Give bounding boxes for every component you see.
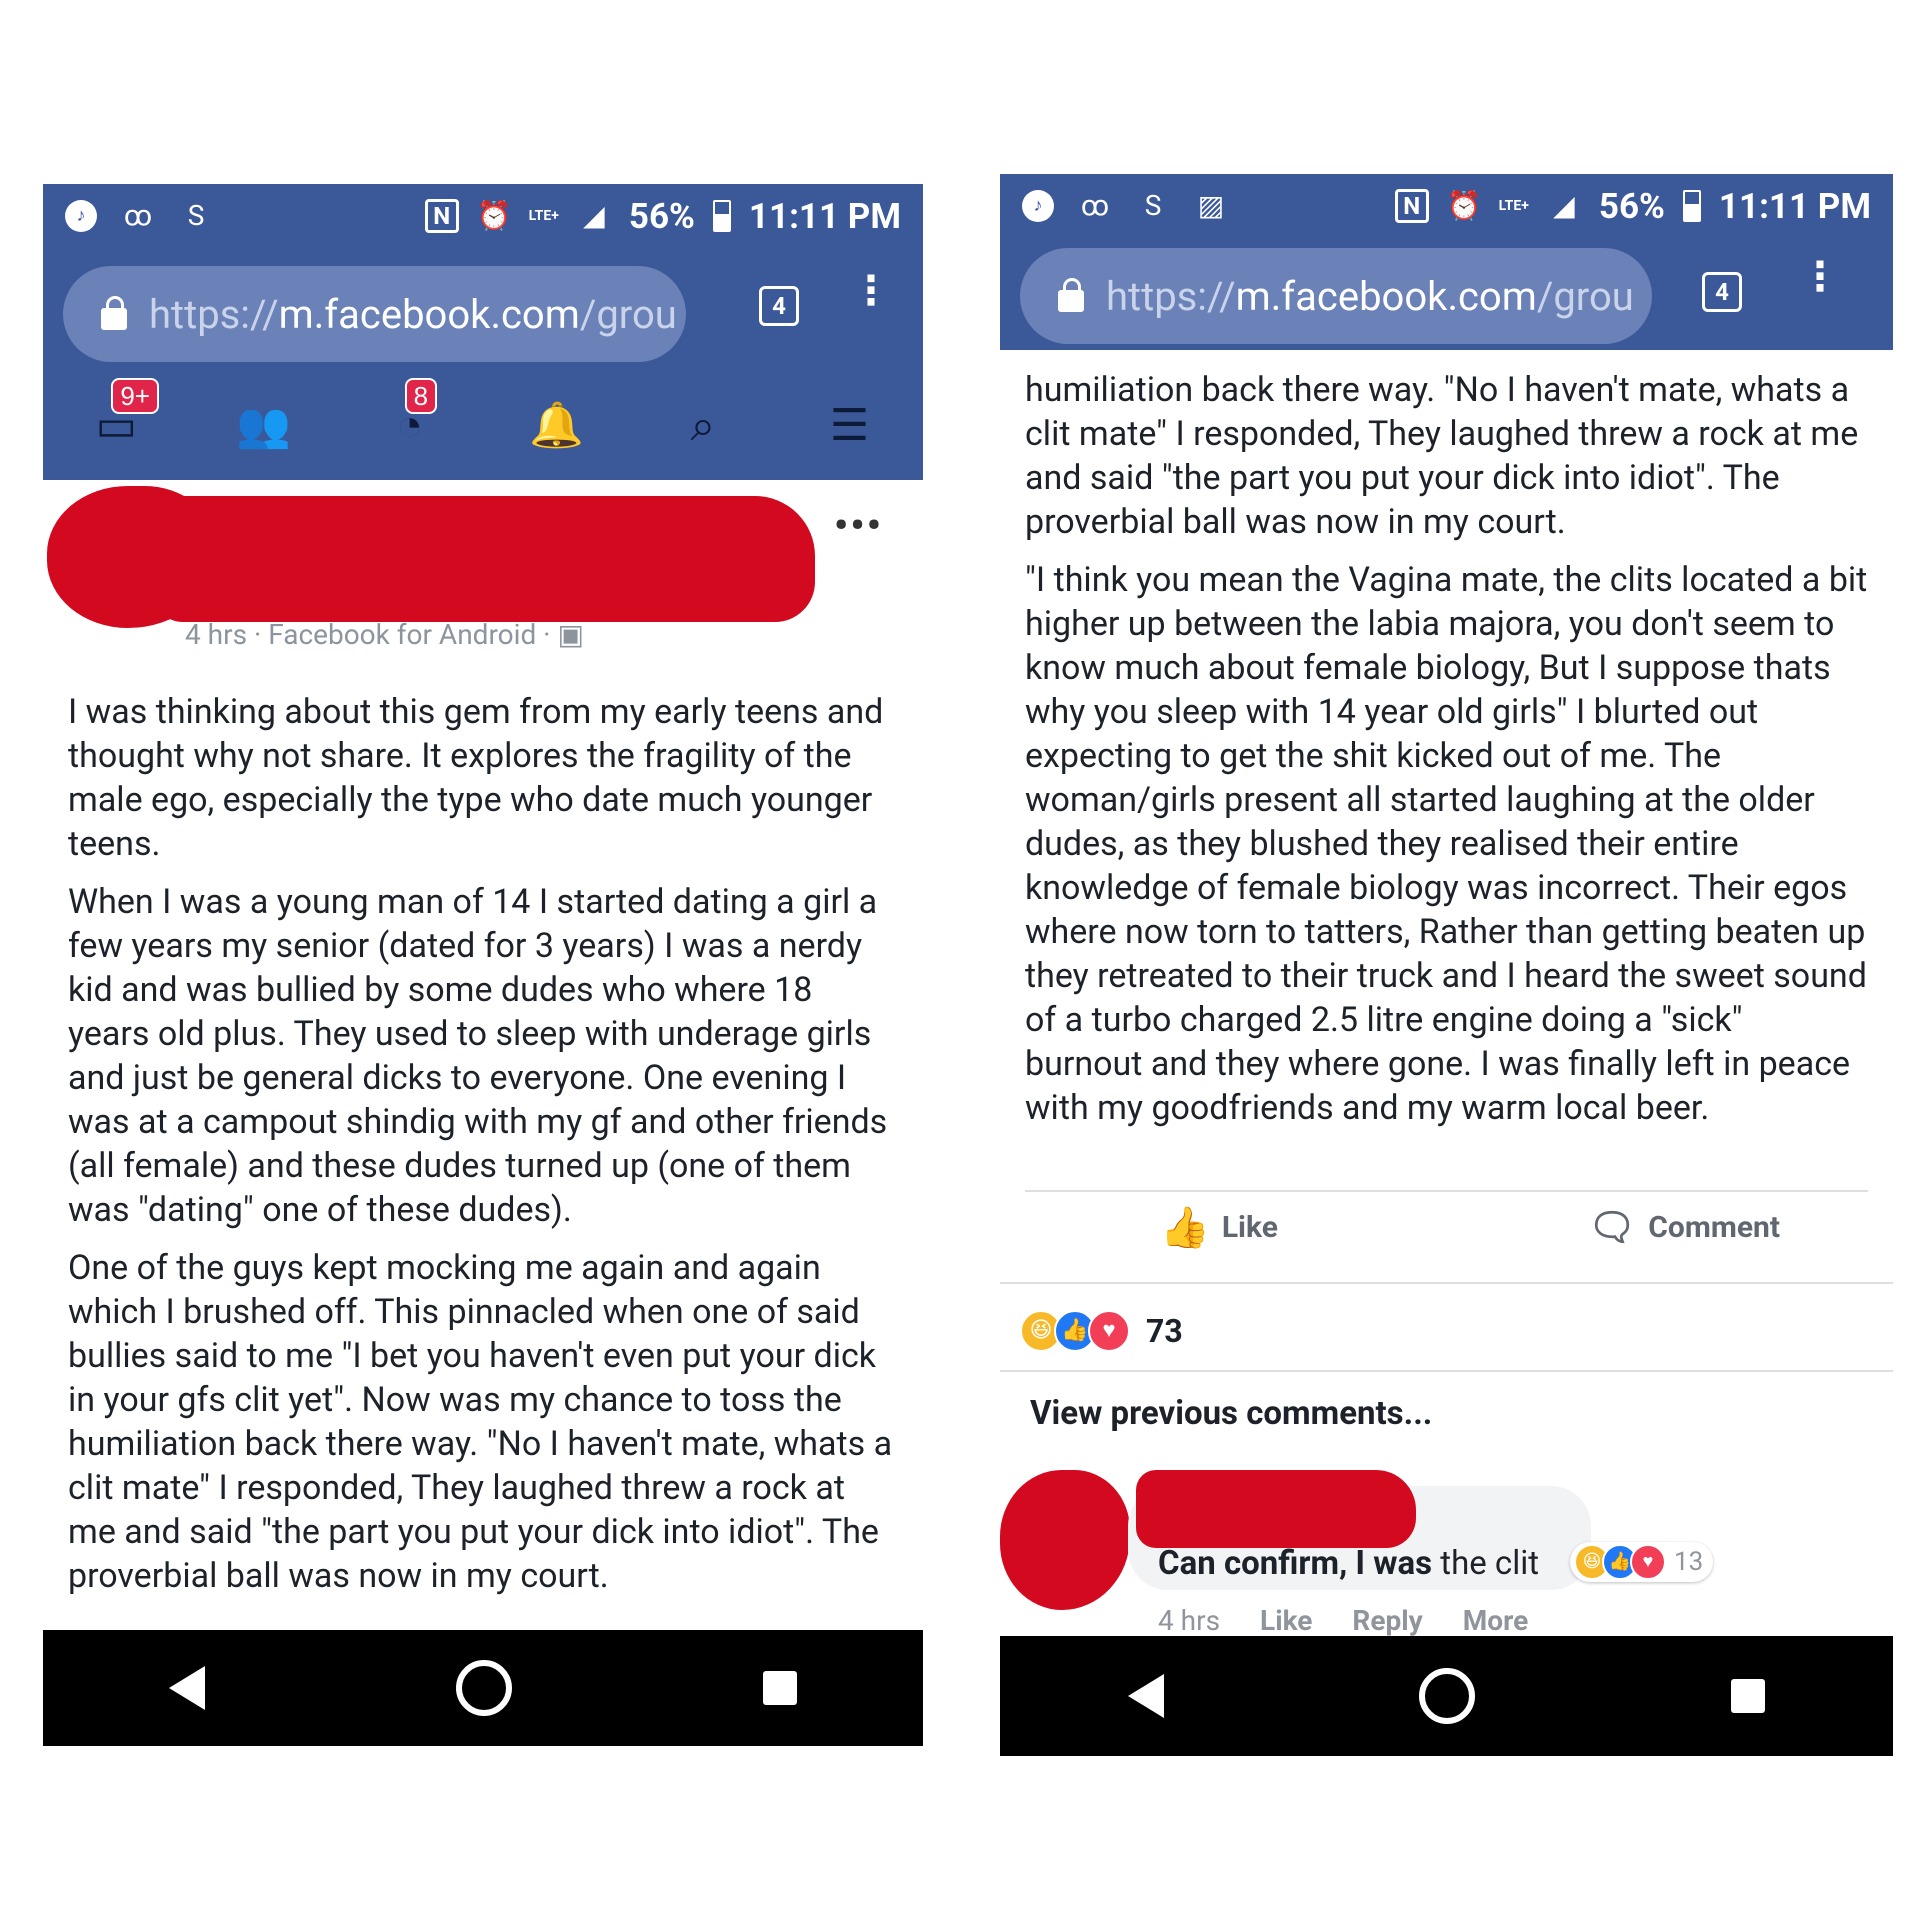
divider xyxy=(1000,1370,1893,1372)
comment-button[interactable]: 🗨 Comment xyxy=(1588,1204,1780,1251)
url-bar[interactable]: https://m.facebook.com/grou xyxy=(63,266,686,362)
browser-toolbar: https://m.facebook.com/grou 4 ⋮ xyxy=(1000,238,1893,350)
battery-icon xyxy=(1682,190,1701,222)
back-icon[interactable] xyxy=(168,1666,205,1710)
reaction-count: 73 xyxy=(1146,1312,1183,1350)
status-bar: ♪ ꝏ S N ⏰ LTE+ ◢ 56% 11:11 PM xyxy=(43,184,923,248)
clock: 11:11 PM xyxy=(1718,185,1871,227)
post-paragraph: I was thinking about this gem from my ea… xyxy=(68,692,884,864)
view-previous-comments-link[interactable]: View previous comments... xyxy=(1030,1394,1432,1433)
post-actions: 👍 Like 🗨 Comment xyxy=(1160,1204,1780,1251)
feed-badge: 9+ xyxy=(111,378,159,414)
comment-text: Can confirm, I was the clit xyxy=(1158,1544,1540,1583)
comment-reactions[interactable]: 😆 👍 ♥ 13 xyxy=(1570,1542,1714,1582)
status-bar: ♪ ꝏ S ▨ N ⏰ LTE+ ◢ 56% 11:11 PM xyxy=(1000,174,1893,238)
s-app-icon: S xyxy=(1144,189,1162,222)
music-icon: ♪ xyxy=(1022,190,1054,222)
voicemail-icon: ꝏ xyxy=(1080,189,1110,222)
like-label: Like xyxy=(1221,1210,1278,1245)
url-text: https://m.facebook.com/grou xyxy=(149,290,677,338)
alarm-icon: ⏰ xyxy=(476,199,512,232)
redacted-commenter-name xyxy=(1136,1470,1416,1548)
menu-icon[interactable]: ⋮ xyxy=(851,271,891,330)
android-nav-bar xyxy=(43,1630,923,1746)
post-meta: 4 hrs · Facebook for Android · ▣ xyxy=(185,618,584,651)
like-button[interactable]: 👍 Like xyxy=(1160,1204,1278,1251)
home-icon[interactable] xyxy=(455,1660,512,1716)
news-feed-icon[interactable]: ▭ 9+ xyxy=(89,378,159,452)
comment-more-link[interactable]: More xyxy=(1463,1604,1528,1637)
divider xyxy=(1000,1282,1893,1284)
comment-meta: 4 hrs Like Reply More xyxy=(1158,1604,1528,1637)
redacted-commenter-avatar xyxy=(1000,1470,1130,1610)
comment-like-link[interactable]: Like xyxy=(1260,1604,1312,1637)
menu-icon[interactable]: ⋮ xyxy=(1800,257,1840,316)
redacted-name xyxy=(153,496,815,622)
comment-reply-link[interactable]: Reply xyxy=(1352,1604,1422,1637)
notifications-bell-icon[interactable]: 🔔 xyxy=(529,398,584,452)
signal-icon: ◢ xyxy=(583,199,605,232)
battery-icon xyxy=(712,200,731,232)
network-label: LTE+ xyxy=(1498,198,1529,214)
url-text: https://m.facebook.com/grou xyxy=(1106,272,1634,320)
left-screenshot: ♪ ꝏ S N ⏰ LTE+ ◢ 56% 11:11 PM https://m.… xyxy=(43,184,923,1746)
post-body: humiliation back there way. "No I haven'… xyxy=(1025,368,1868,1144)
image-icon: ▨ xyxy=(1197,189,1225,222)
love-reaction-icon: ♥ xyxy=(1088,1310,1130,1352)
post-header: ••• 4 hrs · Facebook for Android · ▣ xyxy=(43,480,923,670)
recents-icon[interactable] xyxy=(763,1671,798,1705)
messenger-badge: 8 xyxy=(404,378,438,414)
post-paragraph: When I was a young man of 14 I started d… xyxy=(68,882,888,1230)
home-icon[interactable] xyxy=(1419,1668,1476,1724)
right-screenshot: humiliation back there way. "No I haven'… xyxy=(1000,174,1893,1756)
facebook-nav: ▭ 9+ 👥 ◔ 8 🔔 ⌕ ☰ xyxy=(43,370,923,480)
back-icon[interactable] xyxy=(1127,1674,1164,1718)
alarm-icon: ⏰ xyxy=(1446,189,1482,222)
music-icon: ♪ xyxy=(65,200,97,232)
browser-toolbar: https://m.facebook.com/grou 4 ⋮ xyxy=(43,248,923,370)
post-paragraph: "I think you mean the Vagina mate, the c… xyxy=(1025,560,1868,1128)
nfc-icon: N xyxy=(424,199,459,233)
clock: 11:11 PM xyxy=(748,195,901,237)
voicemail-icon: ꝏ xyxy=(123,199,153,232)
lock-icon xyxy=(1058,278,1084,312)
comment-label: Comment xyxy=(1648,1210,1780,1245)
privacy-icon: ▣ xyxy=(557,618,584,651)
post-paragraph: One of the guys kept mocking me again an… xyxy=(68,1248,893,1596)
messenger-icon[interactable]: ◔ 8 xyxy=(383,378,438,452)
post-paragraph: humiliation back there way. "No I haven'… xyxy=(1025,370,1859,542)
comment-reaction-count: 13 xyxy=(1674,1547,1704,1577)
comment-time: 4 hrs xyxy=(1158,1604,1221,1637)
thumbs-up-icon: 👍 xyxy=(1160,1204,1210,1251)
android-nav-bar xyxy=(1000,1636,1893,1756)
lock-icon xyxy=(101,296,127,330)
love-reaction-icon: ♥ xyxy=(1630,1544,1666,1580)
battery-percent: 56% xyxy=(628,195,695,237)
friends-icon[interactable]: 👥 xyxy=(236,398,291,452)
network-label: LTE+ xyxy=(528,208,559,224)
battery-percent: 56% xyxy=(1598,185,1665,227)
recents-icon[interactable] xyxy=(1731,1679,1766,1713)
tab-switcher-button[interactable]: 4 xyxy=(759,286,799,326)
reaction-summary[interactable]: 😆 👍 ♥ 73 xyxy=(1020,1310,1183,1352)
s-app-icon: S xyxy=(187,199,205,232)
tab-switcher-button[interactable]: 4 xyxy=(1702,272,1742,312)
post-options-button[interactable]: ••• xyxy=(834,502,883,549)
comment-bubble-icon: 🗨 xyxy=(1588,1205,1637,1250)
nfc-icon: N xyxy=(1394,189,1429,223)
signal-icon: ◢ xyxy=(1553,189,1575,222)
url-bar[interactable]: https://m.facebook.com/grou xyxy=(1020,248,1652,344)
post-body: I was thinking about this gem from my ea… xyxy=(68,690,898,1612)
hamburger-menu-icon[interactable]: ☰ xyxy=(823,398,877,452)
divider xyxy=(1025,1190,1868,1192)
search-icon[interactable]: ⌕ xyxy=(676,398,730,452)
